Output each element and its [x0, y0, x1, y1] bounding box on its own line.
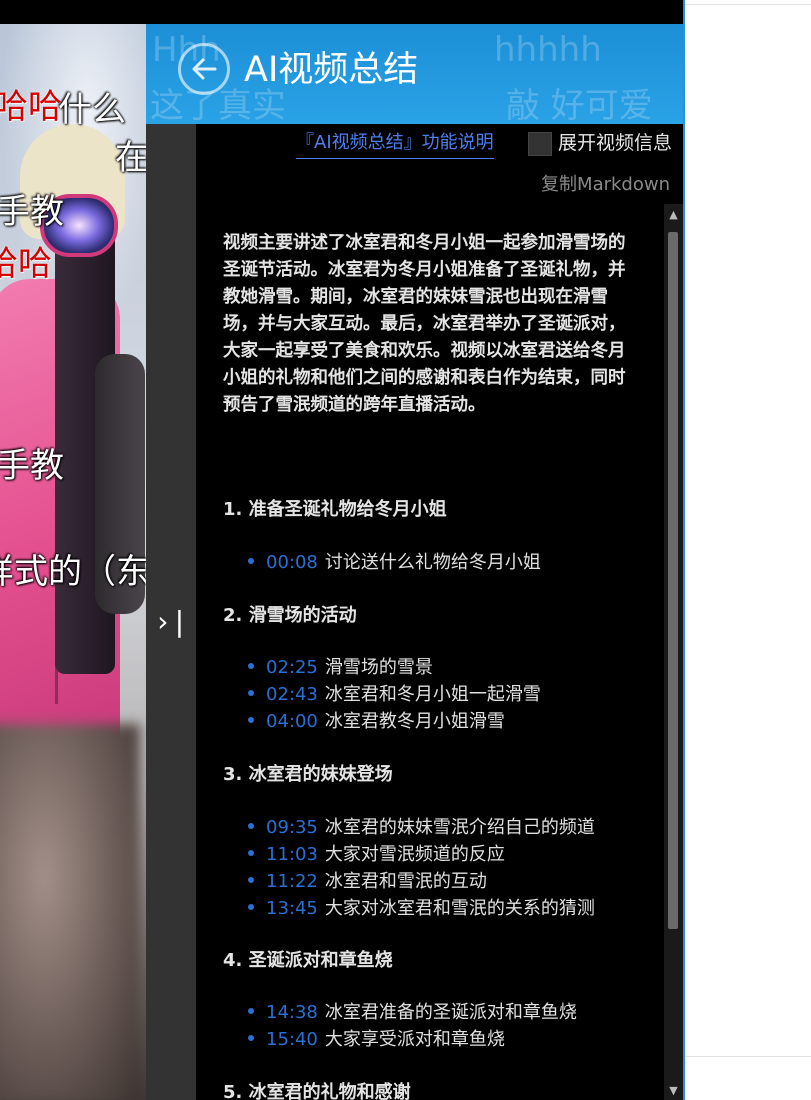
section-heading: 3. 冰室君的妹妹登场 — [223, 764, 393, 785]
summary-content: 视频主要讲述了冰室君和冬月小姐一起参加滑雪场的圣诞节活动。冰室君为冬月小姐准备了… — [196, 204, 664, 1100]
timestamp-link[interactable]: 11:22 — [266, 871, 318, 892]
danmaku-comment: 样式的（东 — [0, 552, 146, 592]
top-strip — [0, 0, 683, 24]
section-heading: 2. 滑雪场的活动 — [223, 605, 357, 626]
chapter-text: 大家对冰室君和雪泯的关系的猜测 — [324, 898, 595, 919]
expand-video-info-label[interactable]: 展开视频信息 — [558, 130, 672, 156]
chevron-right-bar-icon: ›| — [154, 605, 188, 638]
copy-markdown-button[interactable]: 复制Markdown — [541, 172, 670, 198]
section-heading: 4. 圣诞派对和章鱼烧 — [223, 950, 393, 971]
feature-explanation-link[interactable]: 『AI视频总结』功能说明 — [296, 130, 494, 159]
summary-paragraph: 视频主要讲述了冰室君和冬月小姐一起参加滑雪场的圣诞节活动。冰室君为冬月小姐准备了… — [223, 233, 626, 415]
bullet-icon — [248, 690, 254, 696]
bullet-icon — [248, 823, 254, 829]
danmaku-comment: 哈哈 — [0, 87, 62, 127]
chapter-text: 大家对雪泯频道的反应 — [324, 844, 505, 865]
chapter-text: 冰室君教冬月小姐滑雪 — [324, 711, 505, 732]
chapter-text: 讨论送什么礼物给冬月小姐 — [324, 552, 541, 573]
back-button[interactable] — [178, 43, 230, 95]
timestamp-link[interactable]: 11:03 — [266, 844, 318, 865]
section-heading: 1. 准备圣诞礼物给冬月小姐 — [223, 499, 447, 520]
chapter-item[interactable]: 13:45 大家对冰室君和雪泯的关系的猜测 — [248, 896, 595, 922]
divider — [685, 4, 811, 5]
section-heading: 5. 冰室君的礼物和感谢 — [223, 1082, 411, 1100]
danmaku-comment: 在 — [115, 138, 146, 178]
bullet-icon — [248, 1008, 254, 1014]
danmaku-comment: 什么 — [58, 90, 126, 130]
chapter-item[interactable]: 11:03 大家对雪泯频道的反应 — [248, 842, 505, 868]
bullet-icon — [248, 850, 254, 856]
chapter-text: 冰室君的妹妹雪泯介绍自己的频道 — [324, 817, 595, 838]
scrollbar-thumb[interactable] — [668, 232, 678, 929]
page-background-right — [683, 0, 811, 1100]
chapter-text: 大家享受派对和章鱼烧 — [324, 1029, 505, 1050]
bullet-icon — [248, 904, 254, 910]
chapter-text: 滑雪场的雪景 — [324, 657, 433, 678]
bullet-icon — [248, 717, 254, 723]
timestamp-link[interactable]: 02:43 — [266, 684, 318, 705]
timestamp-link[interactable]: 00:08 — [266, 552, 318, 573]
panel-header: Hhh 这了真实 hhhhh 敲 好可爱 AI视频总结 — [146, 24, 683, 124]
chapter-item[interactable]: 00:08 讨论送什么礼物给冬月小姐 — [248, 550, 541, 576]
panel-title: AI视频总结 — [244, 50, 419, 90]
chapter-text: 冰室君和雪泯的互动 — [324, 871, 487, 892]
chapter-item[interactable]: 09:35 冰室君的妹妹雪泯介绍自己的频道 — [248, 815, 595, 841]
panel-edge-line — [683, 0, 685, 1100]
timestamp-link[interactable]: 04:00 — [266, 711, 318, 732]
bullet-icon — [248, 1035, 254, 1041]
video-player-background[interactable]: 哈哈 什么 在 手教 哈哈 手教 样式的（东 — [0, 24, 146, 1100]
collapse-panel-button[interactable]: ›| — [146, 602, 196, 642]
timestamp-link[interactable]: 13:45 — [266, 898, 318, 919]
blurred-foreground — [0, 724, 140, 1100]
vertical-scrollbar[interactable]: ▲ ▼ — [664, 204, 683, 1100]
chapter-item[interactable]: 14:38 冰室君准备的圣诞派对和章鱼烧 — [248, 1000, 577, 1026]
bullet-icon — [248, 558, 254, 564]
bullet-icon — [248, 877, 254, 883]
bullet-icon — [248, 663, 254, 669]
timestamp-link[interactable]: 02:25 — [266, 657, 318, 678]
chapter-item[interactable]: 11:22 冰室君和雪泯的互动 — [248, 869, 487, 895]
chapter-text: 冰室君和冬月小姐一起滑雪 — [324, 684, 541, 705]
ghost-danmaku: 敲 好可爱 — [506, 86, 653, 124]
danmaku-comment: 手教 — [0, 446, 64, 486]
divider — [685, 1056, 811, 1057]
ghost-danmaku: hhhhh — [494, 30, 602, 70]
timestamp-link[interactable]: 15:40 — [266, 1029, 318, 1050]
arrow-left-icon — [192, 58, 217, 80]
danmaku-comment: 哈哈 — [0, 244, 52, 284]
chapter-item[interactable]: 04:00 冰室君教冬月小姐滑雪 — [248, 709, 505, 735]
chapter-item[interactable]: 02:25 滑雪场的雪景 — [248, 655, 433, 681]
chapter-item[interactable]: 15:40 大家享受派对和章鱼烧 — [248, 1027, 505, 1053]
ai-summary-panel: Hhh 这了真实 hhhhh 敲 好可爱 AI视频总结 ›| 『AI视频总结』功… — [146, 24, 683, 1100]
side-rail: ›| — [146, 124, 196, 1100]
expand-video-info-checkbox[interactable] — [528, 132, 552, 156]
triangle-up-icon[interactable]: ▲ — [664, 206, 683, 224]
chapter-text: 冰室君准备的圣诞派对和章鱼烧 — [324, 1002, 577, 1023]
danmaku-comment: 手教 — [0, 192, 64, 232]
timestamp-link[interactable]: 14:38 — [266, 1002, 318, 1023]
timestamp-link[interactable]: 09:35 — [266, 817, 318, 838]
triangle-down-icon[interactable]: ▼ — [664, 1082, 683, 1100]
chapter-item[interactable]: 02:43 冰室君和冬月小姐一起滑雪 — [248, 682, 541, 708]
